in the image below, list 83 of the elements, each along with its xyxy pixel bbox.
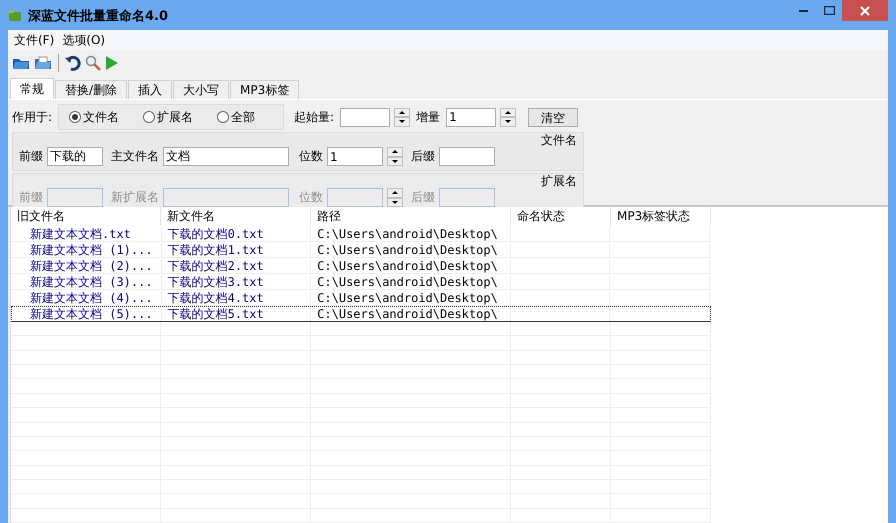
group-title: 扩展名 [541,174,577,188]
prefix-label: 前缀 [19,148,43,165]
caret-down-icon [392,160,398,163]
folder-icon[interactable] [34,56,52,70]
radio-option[interactable]: 全部 [217,108,256,126]
tab[interactable]: 替换/删除 [55,80,128,99]
caret-down-icon [392,200,398,204]
app-icon [8,8,22,22]
table-cell: 下载的文档5.txt [162,307,312,321]
column-header[interactable]: 旧文件名 [11,207,161,226]
table-cell: C:\Users\android\Desktop\ [311,291,511,305]
table-cell: 下载的文档1.txt [162,243,312,257]
undo-icon[interactable] [65,55,81,71]
tab[interactable]: 插入 [128,80,172,99]
table-cell: 下载的文档4.txt [162,291,312,305]
spin-down-button[interactable] [500,117,516,126]
digits-label: 位数 [299,189,323,206]
caret-up-icon [399,110,406,114]
increment-field[interactable]: 1 [446,108,496,126]
prefix-field[interactable]: 下载的 [47,147,103,166]
main-name-label: 主文件名 [111,148,159,165]
folder-icon[interactable] [12,56,30,70]
column-header[interactable]: 命名状态 [511,207,611,226]
close-icon [860,6,870,16]
radio-option[interactable]: 扩展名 [143,108,194,126]
caret-down-icon [399,120,406,124]
table-cell: 新建文本文档 (2)... [12,259,162,273]
table-cell: 新建文本文档 (5)... [12,307,162,321]
table-cell: 下载的文档0.txt [162,227,312,241]
tab[interactable]: 常规 [10,78,54,99]
suffix-label: 后缀 [411,148,435,165]
radio-option[interactable]: 文件名 [69,108,120,126]
table-cell: 新建文本文档 (1)... [12,243,162,257]
table-cell: C:\Users\android\Desktop\ [311,227,511,241]
spin-down-button[interactable] [394,117,410,126]
start-field[interactable] [340,108,390,126]
caret-down-icon [505,120,512,124]
tab[interactable]: 大小写 [173,80,230,99]
table-cell: C:\Users\android\Desktop\ [311,275,511,289]
caret-up-icon [505,110,512,114]
maximize-icon [824,6,834,15]
caret-up-icon [392,150,398,154]
spin-up-button[interactable] [394,108,410,117]
suffix-label: 后缀 [411,189,435,206]
prefix-label: 前缀 [19,189,43,206]
close-button[interactable] [842,0,888,21]
spin-up-button[interactable] [387,147,403,156]
table-cell: 下载的文档2.txt [162,259,312,273]
window-title: 深蓝文件批量重命名4.0 [28,8,168,25]
start-label: 起始量: [294,108,334,126]
menu-item[interactable]: 选项(O) [58,32,110,48]
clear-button[interactable]: 清空 [528,108,578,126]
digits-label: 位数 [299,148,323,165]
increment-label: 增量 [416,108,440,126]
group-title: 文件名 [541,133,577,147]
file-row[interactable]: 新建文本文档 (5)... 下载的文档5.txt C:\Users\android\Desktop\ [11,306,711,322]
file-row[interactable]: 新建文本文档 (4)... 下载的文档4.txt C:\Users\android\Desktop\ [11,290,711,306]
minimize-icon [798,9,808,12]
table-cell: 新建文本文档 (4)... [12,291,162,305]
file-row[interactable]: 新建文本文档 (1)... 下载的文档1.txt C:\Users\android\Desktop\ [11,242,711,258]
play-icon[interactable] [105,55,119,71]
file-row[interactable]: 新建文本文档 (2)... 下载的文档2.txt C:\Users\android\Desktop\ [11,258,711,274]
menu-item[interactable]: 文件(F) [10,32,58,48]
column-header[interactable]: 路径 [311,207,511,226]
file-row[interactable]: 新建文本文档.txt 下载的文档0.txt C:\Users\android\Desktop\ [11,226,711,242]
file-row[interactable]: 新建文本文档 (3)... 下载的文档3.txt C:\Users\android\Desktop\ [11,274,711,290]
table-cell: C:\Users\android\Desktop\ [311,259,511,273]
main-name-field[interactable]: 文档 [163,147,289,166]
apply-to-label: 作用于: [12,108,52,126]
spin-up-button[interactable] [500,108,516,117]
table-cell: C:\Users\android\Desktop\ [311,243,511,257]
main-name-label: 新扩展名 [111,189,159,206]
search-icon[interactable] [85,55,101,71]
table-cell: 新建文本文档 (3)... [12,275,162,289]
digits-field[interactable]: 1 [327,147,383,166]
tab[interactable]: MP3标签 [230,80,300,99]
table-cell: 下载的文档3.txt [162,275,312,289]
caret-up-icon [392,191,398,194]
table-cell: C:\Users\android\Desktop\ [311,307,511,321]
table-cell: 新建文本文档.txt [12,227,162,241]
column-header[interactable]: MP3标签状态 [611,207,711,226]
column-header[interactable]: 新文件名 [161,207,311,226]
suffix-field[interactable] [439,147,495,166]
